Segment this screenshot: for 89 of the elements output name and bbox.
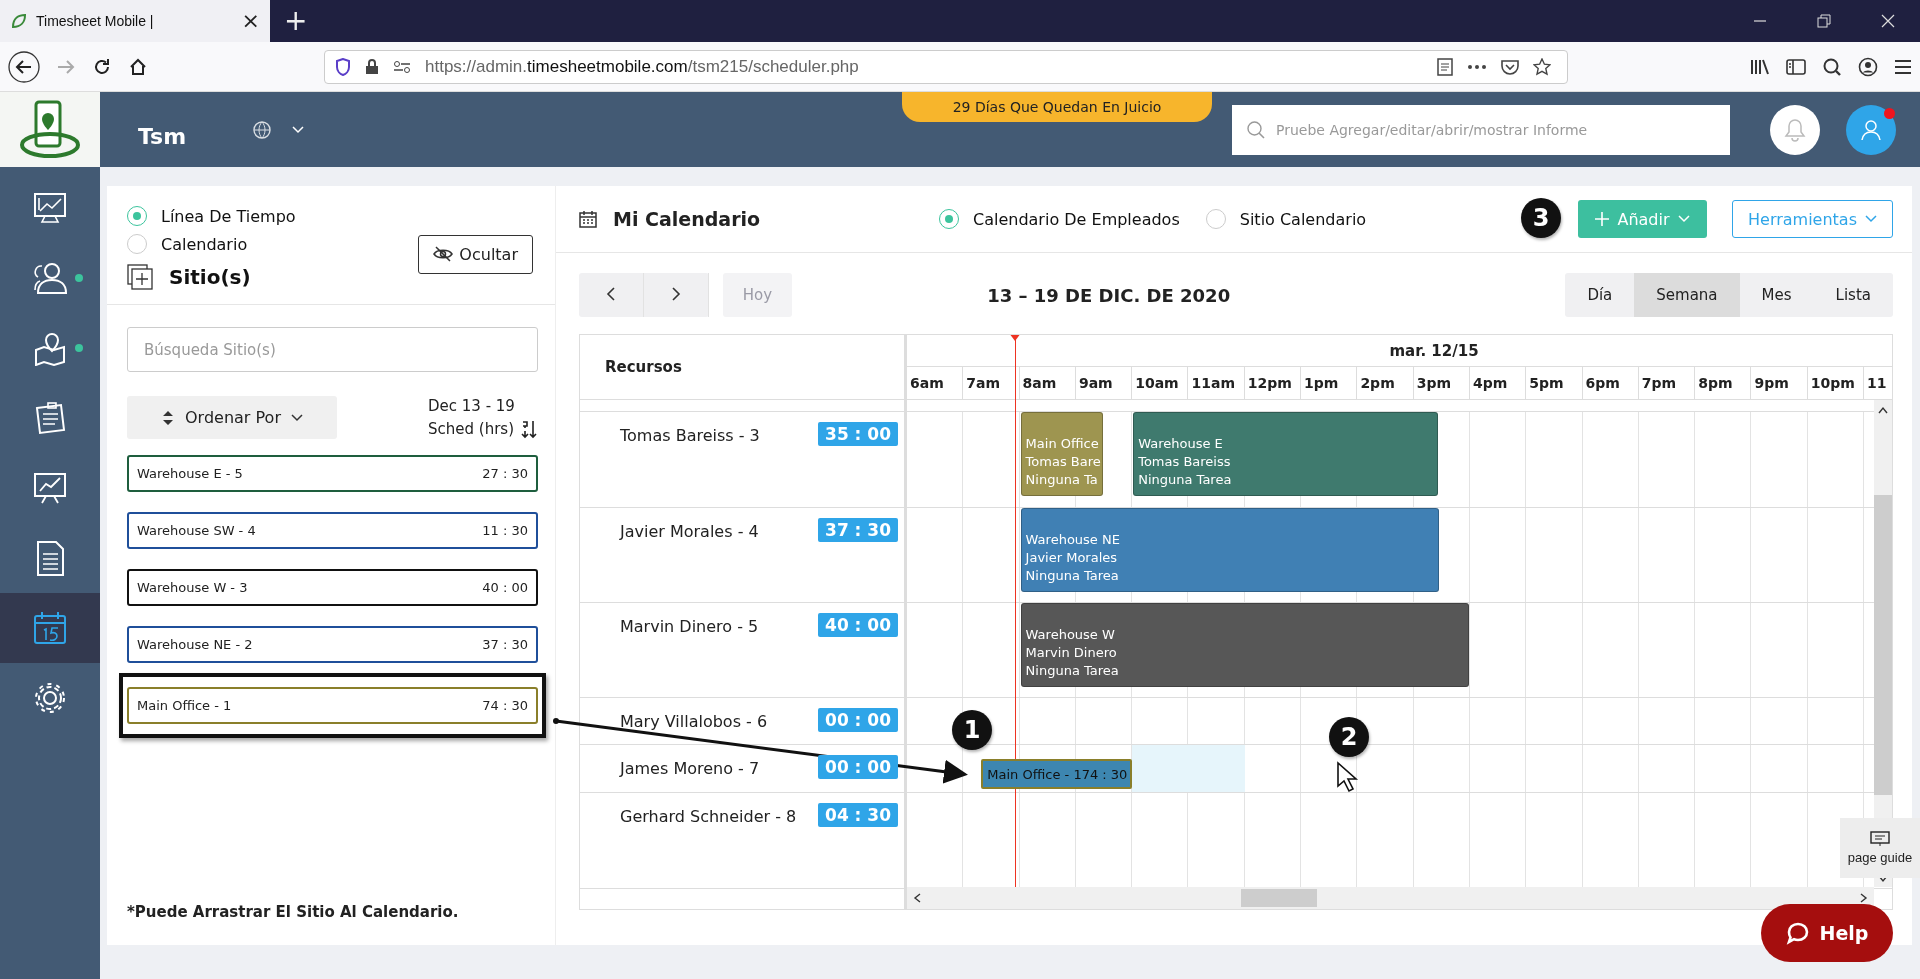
shift-text: Ninguna Tarea xyxy=(1138,471,1233,489)
resource-name: Gerhard Schneider - 8 xyxy=(620,807,797,826)
resource-name: Tomas Bareiss - 3 xyxy=(620,426,760,445)
date-range-title: 13 – 19 DE DIC. DE 2020 xyxy=(986,284,1232,306)
hour-label: 10am xyxy=(1135,375,1179,391)
resource-name: Mary Villalobos - 6 xyxy=(620,712,768,731)
site-card[interactable]: Warehouse E - 5 27 : 30 xyxy=(127,455,538,492)
hours-badge: 40 : 00 xyxy=(818,613,898,637)
hour-label: 9am xyxy=(1078,375,1113,391)
resource-name: James Moreno - 7 xyxy=(620,759,760,778)
shift-text: Warehouse E xyxy=(1138,435,1224,453)
brand-name: Tsm xyxy=(138,124,187,149)
hour-label: 7pm xyxy=(1641,375,1677,391)
section-title: Sitio(s) xyxy=(169,265,251,289)
hour-label: 12pm xyxy=(1247,375,1292,391)
close-icon[interactable]: × xyxy=(241,10,260,32)
shift-block[interactable]: Warehouse NE Javier Morales Ninguna Tarea xyxy=(1020,508,1440,592)
hours-badge: 00 : 00 xyxy=(818,708,898,732)
hour-label: 6pm xyxy=(1585,375,1620,391)
radio-label[interactable]: Calendario xyxy=(161,234,248,254)
site-card[interactable]: Warehouse SW - 4 11 : 30 xyxy=(127,512,538,549)
site-hours: 37 : 30 xyxy=(482,637,528,652)
site-name: Warehouse SW - 4 xyxy=(137,523,256,538)
hour-label: 7am xyxy=(966,375,1001,391)
radio-label[interactable]: Calendario De Empleados xyxy=(973,209,1180,229)
view-tab[interactable]: Día xyxy=(1565,273,1635,317)
tab-title: Timesheet Mobile | xyxy=(36,13,155,29)
resource-name: Marvin Dinero - 5 xyxy=(620,617,759,636)
help-button[interactable]: Help xyxy=(1761,904,1893,962)
site-name: Warehouse W - 3 xyxy=(137,580,248,595)
hour-label: 5pm xyxy=(1529,375,1564,391)
trial-banner: 29 Días Que Quedan En Juicio xyxy=(902,92,1212,122)
view-tab[interactable]: Lista xyxy=(1813,273,1893,317)
hours-badge: 04 : 30 xyxy=(818,803,898,827)
shift-text: Tomas Bare xyxy=(1025,453,1102,471)
hide-button[interactable]: Ocultar xyxy=(418,234,533,274)
column-header: Recursos xyxy=(605,358,682,376)
date-range-label: Dec 13 - 19 xyxy=(428,397,515,415)
hour-label: 4pm xyxy=(1472,375,1508,391)
site-name: Warehouse E - 5 xyxy=(137,466,243,481)
hour-label: 9pm xyxy=(1754,375,1789,391)
shift-text: Ninguna Tarea xyxy=(1025,567,1120,585)
view-tab[interactable]: Semana xyxy=(1634,273,1740,317)
site-card[interactable]: Main Office - 1 74 : 30 xyxy=(127,687,538,724)
page-guide-button[interactable]: page guide xyxy=(1840,818,1920,878)
hour-label: 11 xyxy=(1867,375,1887,391)
browser-tab[interactable]: Timesheet Mobile | × xyxy=(0,0,270,42)
site-card[interactable]: Warehouse NE - 2 37 : 30 xyxy=(127,626,538,663)
site-name: Main Office - 1 xyxy=(137,698,232,713)
shift-text: Javier Morales xyxy=(1025,549,1119,567)
day-header: mar. 12/15 xyxy=(1389,341,1479,360)
site-hours: 11 : 30 xyxy=(482,523,528,538)
search-field[interactable]: Búsqueda Sitio(s) xyxy=(127,327,538,372)
shift-text: Main Office xyxy=(1025,435,1100,453)
radio-label[interactable]: Línea De Tiempo xyxy=(161,206,296,226)
hour-label: 3pm xyxy=(1416,375,1452,391)
shift-text: Warehouse W xyxy=(1025,626,1116,644)
hour-label: 10pm xyxy=(1810,375,1855,391)
site-hours: 27 : 30 xyxy=(482,466,528,481)
site-hours: 40 : 00 xyxy=(482,580,528,595)
hours-badge: 00 : 00 xyxy=(818,755,898,779)
hour-label: 1pm xyxy=(1304,375,1339,391)
new-tab-button[interactable]: + xyxy=(284,7,308,35)
site-name: Warehouse NE - 2 xyxy=(137,637,253,652)
hours-badge: 37 : 30 xyxy=(818,518,898,542)
hour-label: 8am xyxy=(1022,375,1057,391)
hour-label: 8pm xyxy=(1698,375,1733,391)
shift-text: Ninguna Tarea xyxy=(1025,662,1120,680)
shift-text: Marvin Dinero xyxy=(1025,644,1118,662)
sort-button[interactable]: Ordenar Por xyxy=(127,396,337,439)
site-hours: 74 : 30 xyxy=(482,698,528,713)
dragged-shift[interactable]: Main Office - 174 : 30 xyxy=(981,759,1133,789)
shift-block[interactable]: Warehouse W Marvin Dinero Ninguna Tarea xyxy=(1020,603,1469,687)
column-label: Sched (hrs) xyxy=(428,420,514,438)
resource-name: Javier Morales - 4 xyxy=(620,522,759,541)
search-field[interactable]: Pruebe Agregar/editar/abrir/mostrar Informe xyxy=(1232,104,1730,155)
shift-text: Tomas Bareiss xyxy=(1138,453,1232,471)
shift-block[interactable]: Warehouse E Tomas Bareiss Ninguna Tarea xyxy=(1133,412,1439,496)
hour-label: 2pm xyxy=(1360,375,1395,391)
hour-label: 11am xyxy=(1191,375,1235,391)
shift-text: Warehouse NE xyxy=(1025,531,1121,549)
site-card[interactable]: Warehouse W - 3 40 : 00 xyxy=(127,569,538,606)
view-tab[interactable]: Mes xyxy=(1739,273,1814,317)
calendar-title: Mi Calendario xyxy=(613,208,761,230)
hint-text: *Puede Arrastrar El Sitio Al Calendario. xyxy=(126,903,460,921)
shift-text: Ninguna Ta xyxy=(1025,471,1099,489)
radio-label[interactable]: Sitio Calendario xyxy=(1239,209,1367,229)
hours-badge: 35 : 00 xyxy=(818,422,898,446)
hour-label: 6am xyxy=(910,375,944,391)
